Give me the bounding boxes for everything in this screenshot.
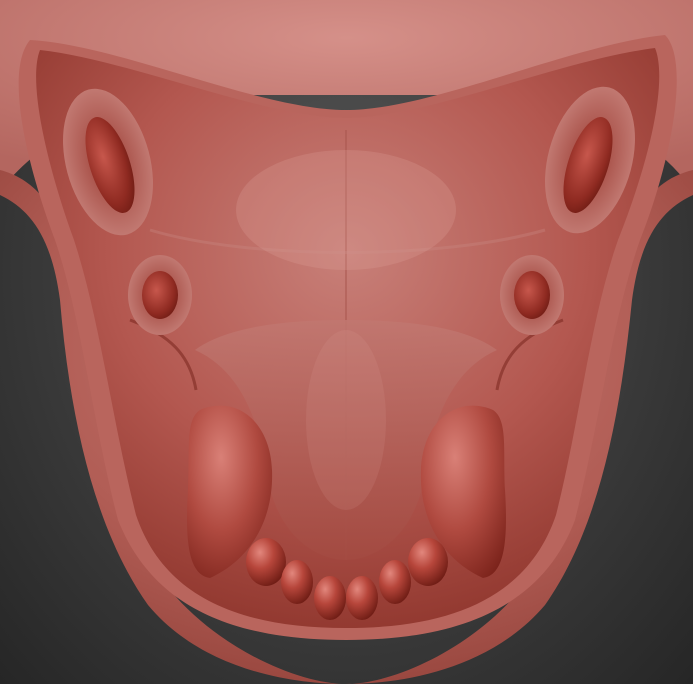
- creature-palate-render: [0, 0, 693, 684]
- tooth: [408, 538, 448, 586]
- tooth: [314, 576, 346, 620]
- left-mid-bump: [142, 271, 178, 319]
- tooth: [379, 560, 411, 604]
- right-mid-bump: [514, 271, 550, 319]
- tooth: [281, 560, 313, 604]
- tooth: [346, 576, 378, 620]
- tooth: [246, 538, 286, 586]
- sculpt-viewport[interactable]: [0, 0, 693, 684]
